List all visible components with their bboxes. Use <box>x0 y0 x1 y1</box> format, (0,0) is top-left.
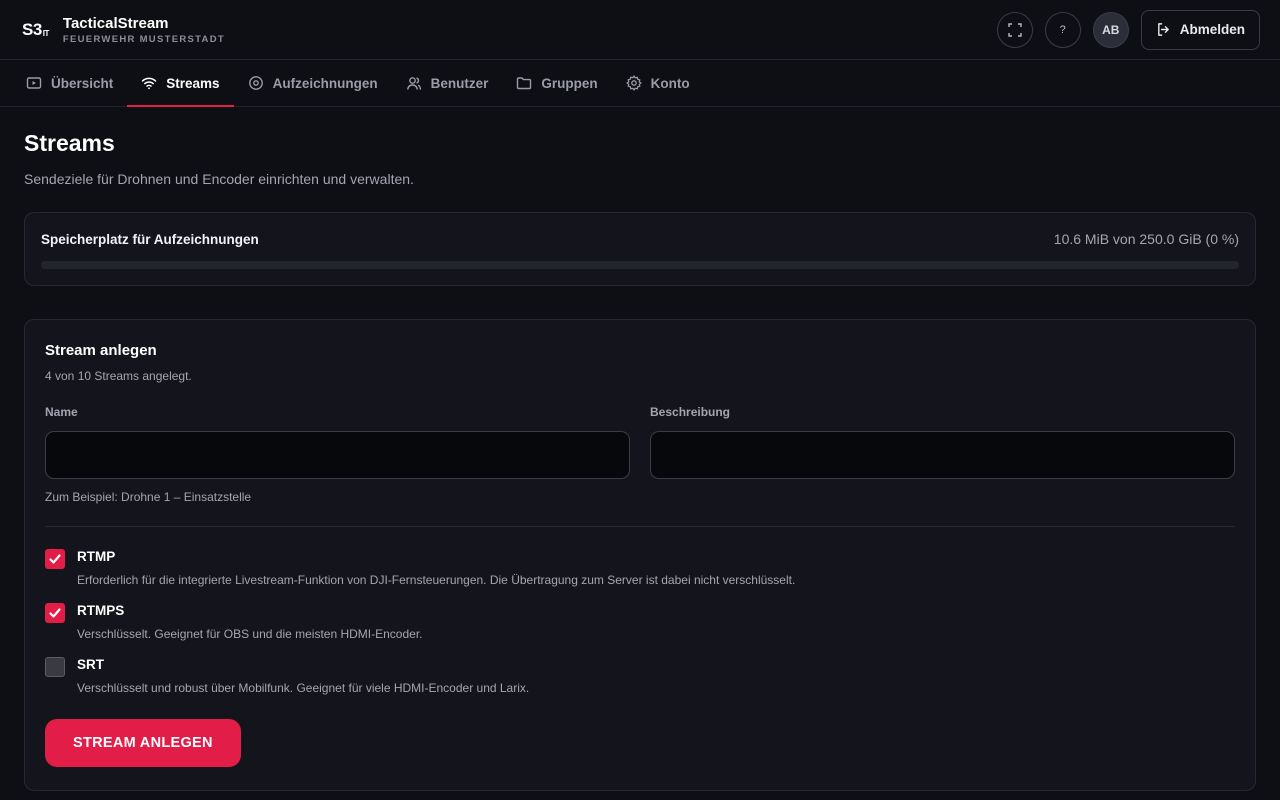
srt-checkbox[interactable] <box>45 657 65 677</box>
fullscreen-button[interactable] <box>996 11 1033 48</box>
rtmp-checkbox[interactable] <box>45 549 65 569</box>
tab-uebersicht[interactable]: Übersicht <box>12 60 127 106</box>
top-bar: S3 IT TacticalStream FEUERWEHR MUSTERSTAD… <box>0 0 1280 60</box>
tab-label: Konto <box>650 75 690 91</box>
record-icon <box>248 76 263 90</box>
user-icon <box>406 77 421 90</box>
divider <box>45 526 1235 527</box>
logo-sub-text: IT <box>42 28 50 38</box>
tab-label: Übersicht <box>51 75 114 91</box>
wifi-icon <box>142 77 157 90</box>
form-title: Stream anlegen <box>45 342 157 359</box>
check-icon <box>49 608 61 618</box>
tab-label: Streams <box>166 75 220 91</box>
name-hint: Zum Beispiel: Drohne 1 – Einsatzstelle <box>45 490 252 504</box>
fullscreen-icon <box>1008 22 1022 37</box>
tab-label: Aufzeichnungen <box>272 75 378 91</box>
check-icon <box>49 554 61 564</box>
stream-count: 4 von 10 Streams angelegt. <box>45 369 192 383</box>
create-stream-card: Stream anlegen 4 von 10 Streams angelegt… <box>24 319 1256 791</box>
name-input[interactable] <box>45 431 630 479</box>
tab-konto[interactable]: Konto <box>612 60 704 106</box>
logout-icon <box>1157 23 1169 36</box>
page-title: Streams <box>24 130 115 156</box>
description-input[interactable] <box>650 431 1235 479</box>
name-label: Name <box>45 405 78 419</box>
create-stream-button[interactable]: STREAM ANLEGEN <box>45 719 241 767</box>
tab-aufzeichnungen[interactable]: Aufzeichnungen <box>234 60 392 106</box>
page-subtitle: Sendeziele für Drohnen und Encoder einri… <box>24 171 414 187</box>
app-title: TacticalStream <box>62 14 169 32</box>
protocol-name: RTMPS <box>77 603 125 618</box>
tab-benutzer[interactable]: Benutzer <box>392 60 503 106</box>
gear-icon <box>625 75 642 91</box>
storage-progress-bar <box>41 261 1239 269</box>
storage-value: 10.6 MiB von 250.0 GiB (0 %) <box>1053 231 1239 247</box>
protocol-option-rtmp[interactable]: RTMP Erforderlich für die integrierte Li… <box>45 549 1235 587</box>
help-icon: ? <box>1059 23 1066 36</box>
tab-label: Benutzer <box>430 75 489 91</box>
brand[interactable]: S3 IT TacticalStream FEUERWEHR MUSTERSTAD… <box>22 15 225 45</box>
tab-gruppen[interactable]: Gruppen <box>502 60 611 106</box>
protocol-description: Verschlüsselt und robust über Mobilfunk.… <box>77 681 530 695</box>
storage-card: Speicherplatz für Aufzeichnungen 10.6 Mi… <box>24 212 1256 286</box>
protocol-description: Verschlüsselt. Geeignet für OBS und die … <box>77 627 423 641</box>
main-nav: Übersicht Streams Aufzeichnungen Benutze… <box>0 60 1280 107</box>
organization-name: FEUERWEHR MUSTERSTADT <box>62 33 225 45</box>
rtmps-checkbox[interactable] <box>45 603 65 623</box>
protocol-option-rtmps[interactable]: RTMPS Verschlüsselt. Geeignet für OBS un… <box>45 603 1235 641</box>
protocol-name: RTMP <box>77 549 116 564</box>
avatar[interactable]: AB <box>1092 11 1129 48</box>
tab-label: Gruppen <box>541 75 598 91</box>
protocol-option-srt[interactable]: SRT Verschlüsselt und robust über Mobilf… <box>45 657 1235 695</box>
play-icon <box>26 77 42 89</box>
logo: S3 IT <box>22 20 49 40</box>
logout-label: Abmelden <box>1179 22 1245 37</box>
storage-label: Speicherplatz für Aufzeichnungen <box>41 231 259 247</box>
main-content: Streams Sendeziele für Drohnen und Encod… <box>24 107 1256 791</box>
folder-icon <box>517 77 532 90</box>
protocol-description: Erforderlich für die integrierte Livestr… <box>77 573 796 587</box>
logo-text: S3 <box>22 19 42 39</box>
tab-streams[interactable]: Streams <box>127 60 234 107</box>
logout-button[interactable]: Abmelden <box>1140 9 1260 50</box>
help-button[interactable]: ? <box>1044 11 1081 48</box>
protocol-name: SRT <box>77 657 104 672</box>
description-label: Beschreibung <box>650 405 731 419</box>
